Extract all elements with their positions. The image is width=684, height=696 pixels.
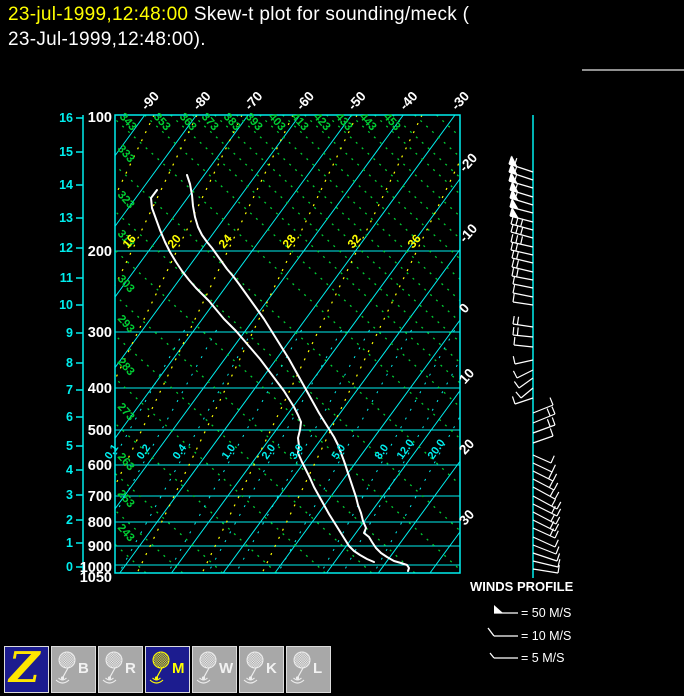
svg-text:283: 283 (115, 356, 137, 378)
svg-text:1050: 1050 (80, 570, 112, 586)
svg-text:800: 800 (88, 515, 112, 531)
title-line2: 23-Jul-1999,12:48:00). (8, 29, 206, 50)
svg-text:7: 7 (66, 383, 73, 397)
title-text: Skew-t plot for sounding/meck ( (188, 4, 470, 25)
toolbar-button-w[interactable]: W (192, 646, 237, 693)
svg-text:1.0: 1.0 (220, 442, 239, 461)
svg-text:700: 700 (88, 489, 112, 505)
page-title: 23-jul-1999,12:48:00 Skew-t plot for sou… (8, 2, 680, 52)
button-letter: K (266, 660, 277, 677)
svg-text:200: 200 (88, 244, 112, 260)
svg-text:-30: -30 (448, 88, 472, 113)
svg-text:-40: -40 (396, 88, 420, 113)
button-letter: M (172, 660, 185, 677)
svg-text:8.0: 8.0 (373, 442, 392, 461)
svg-text:15: 15 (59, 145, 73, 159)
svg-text:5.0: 5.0 (330, 442, 349, 461)
svg-text:303: 303 (115, 273, 137, 295)
svg-text:500: 500 (88, 423, 112, 439)
skewt-chart: 012345678910111213141516 1002003004005006… (59, 88, 574, 665)
svg-text:600: 600 (88, 458, 112, 474)
balloon-icon (149, 651, 170, 684)
svg-text:36: 36 (405, 231, 425, 250)
svg-text:= 50 M/S: = 50 M/S (521, 606, 571, 620)
svg-text:WINDS PROFILE: WINDS PROFILE (470, 579, 574, 594)
svg-text:16: 16 (59, 111, 73, 125)
toolbar: ZBRMWKL (0, 643, 684, 696)
svg-text:32: 32 (345, 231, 365, 250)
svg-text:5: 5 (66, 439, 73, 453)
svg-text:243: 243 (115, 522, 137, 544)
title-line1: 23-jul-1999,12:48:00 Skew-t plot for sou… (8, 2, 680, 27)
svg-text:-50: -50 (345, 88, 369, 113)
svg-text:-70: -70 (241, 88, 265, 113)
svg-text:6: 6 (66, 410, 73, 424)
svg-text:0.4: 0.4 (171, 442, 190, 462)
svg-text:1: 1 (66, 536, 73, 550)
svg-text:3: 3 (66, 488, 73, 502)
toolbar-button-r[interactable]: R (98, 646, 143, 693)
svg-text:-90: -90 (138, 88, 162, 113)
svg-text:9: 9 (66, 326, 73, 340)
button-letter: R (125, 660, 136, 677)
svg-text:0: 0 (66, 560, 73, 574)
svg-text:3.0: 3.0 (288, 442, 307, 461)
svg-text:273: 273 (115, 401, 137, 423)
toolbar-button-b[interactable]: B (51, 646, 96, 693)
svg-text:11: 11 (60, 271, 73, 285)
svg-text:24: 24 (216, 231, 236, 250)
svg-text:-80: -80 (190, 88, 214, 113)
toolbar-button-l[interactable]: L (286, 646, 331, 693)
toolbar-button-k[interactable]: K (239, 646, 284, 693)
svg-text:323: 323 (115, 189, 137, 211)
balloon-icon (243, 651, 264, 684)
svg-text:2.0: 2.0 (260, 442, 279, 461)
svg-text:10: 10 (59, 298, 73, 312)
button-letter: W (219, 660, 234, 677)
svg-text:-60: -60 (293, 88, 317, 113)
svg-text:900: 900 (88, 539, 112, 555)
balloon-icon (196, 651, 217, 684)
z-logo: Z (9, 643, 40, 692)
button-letter: L (313, 660, 323, 677)
balloon-icon (55, 651, 76, 684)
balloon-icon (290, 651, 311, 684)
svg-text:0.2: 0.2 (135, 442, 154, 461)
svg-text:300: 300 (88, 325, 112, 341)
svg-text:253: 253 (115, 488, 137, 510)
button-letter: B (78, 660, 89, 677)
svg-text:263: 263 (115, 451, 137, 473)
svg-text:13: 13 (59, 211, 73, 225)
svg-text:100: 100 (88, 110, 112, 126)
svg-text:2: 2 (66, 513, 73, 527)
toolbar-button-m[interactable]: M (145, 646, 190, 693)
balloon-icon (102, 651, 123, 684)
title-timestamp: 23-jul-1999,12:48:00 (8, 4, 189, 25)
svg-text:= 10 M/S: = 10 M/S (521, 629, 571, 643)
svg-text:12: 12 (59, 241, 73, 255)
svg-text:14: 14 (59, 178, 73, 192)
svg-text:4: 4 (66, 463, 73, 477)
svg-text:28: 28 (280, 231, 300, 250)
svg-text:20.0: 20.0 (426, 437, 448, 461)
svg-text:400: 400 (88, 381, 112, 397)
skewt-app-window: 23-jul-1999,12:48:00 Skew-t plot for sou… (0, 0, 684, 696)
svg-text:333: 333 (115, 143, 137, 165)
toolbar-button-z[interactable]: Z (4, 643, 49, 693)
svg-text:0: 0 (456, 300, 472, 316)
svg-text:8: 8 (66, 356, 73, 370)
top-right-divider (582, 69, 684, 71)
